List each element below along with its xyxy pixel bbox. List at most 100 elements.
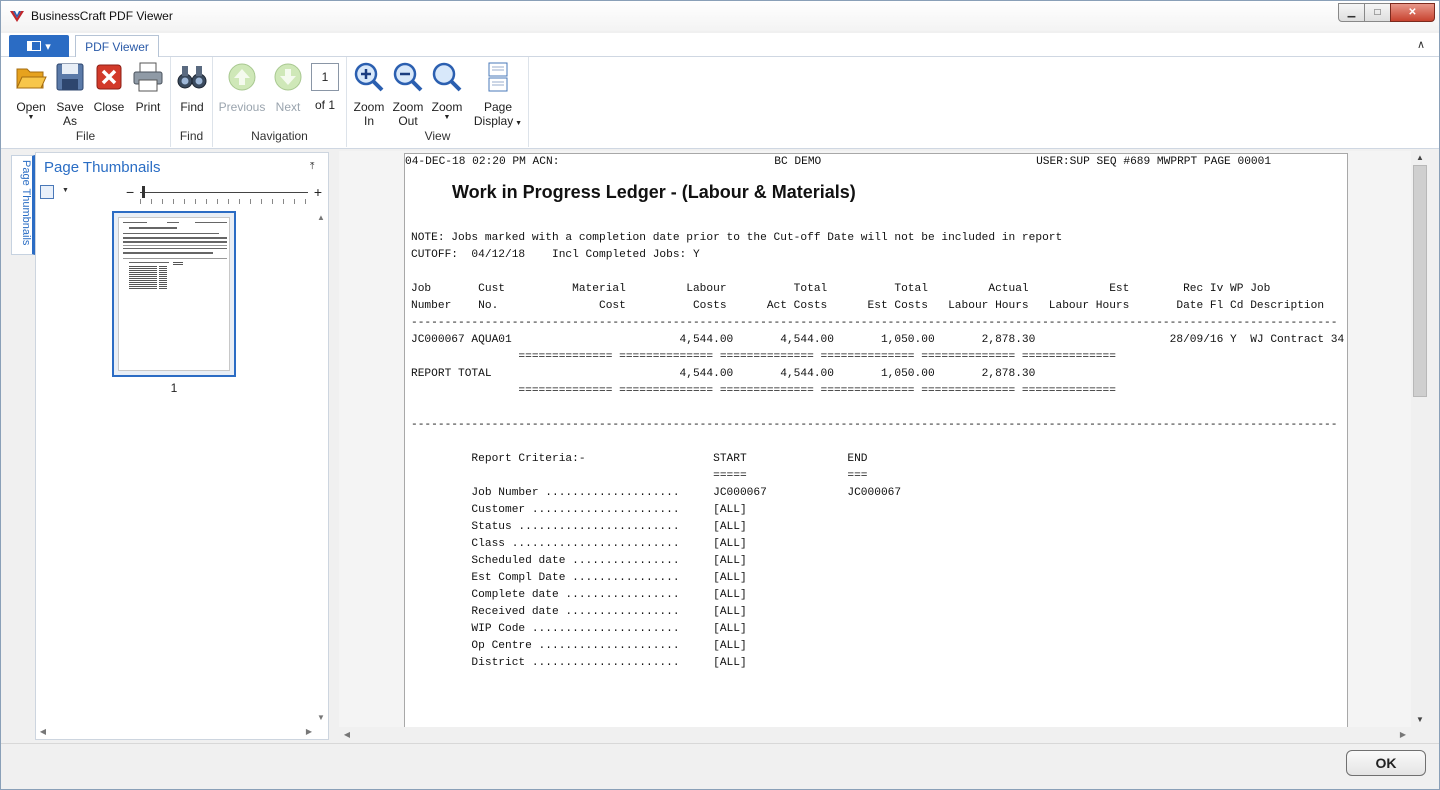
minimize-button[interactable]: ▁ — [1338, 3, 1365, 22]
scroll-left-icon[interactable]: ◀ — [36, 725, 50, 739]
maximize-icon: □ — [1374, 7, 1381, 18]
businesscraft-logo-icon — [10, 11, 24, 22]
window-controls: ▁ □ ✕ — [1338, 3, 1435, 23]
page-count-label: of 1 — [315, 98, 336, 112]
zoom-out-label-line2: Out — [398, 114, 418, 128]
folder-open-icon — [16, 68, 47, 89]
zoom-label: Zoom — [431, 100, 463, 114]
plus-icon[interactable]: + — [314, 185, 322, 199]
ok-button[interactable]: OK — [1346, 750, 1426, 776]
pin-icon[interactable]: ⤒ — [310, 161, 320, 172]
save-as-button[interactable]: Save As — [51, 61, 89, 128]
group-label-file: File — [75, 129, 96, 143]
page-display-label-line1: Page — [483, 100, 513, 114]
scroll-up-icon[interactable]: ▲ — [314, 211, 328, 225]
title-bar: BusinessCraft PDF Viewer ▁ □ ✕ — [1, 1, 1439, 31]
scroll-up-icon[interactable]: ▲ — [1411, 151, 1429, 165]
close-label: Close — [93, 100, 125, 114]
page-display-label-line2: Display — [473, 114, 514, 128]
page-thumbnails-strip-tab[interactable]: Page Thumbnails — [11, 155, 35, 255]
zoom-in-button[interactable]: Zoom In — [349, 61, 389, 128]
side-panel-strip: Page Thumbnails — [3, 151, 35, 741]
printer-icon — [133, 62, 163, 92]
chevron-down-icon: ▼ — [443, 114, 451, 121]
slider-ticks — [140, 199, 308, 204]
page-number-input[interactable]: 1 — [311, 63, 339, 91]
close-document-button[interactable]: Close — [89, 61, 129, 114]
thumbnail-page-number: 1 — [170, 381, 178, 395]
window-title: BusinessCraft PDF Viewer — [31, 9, 173, 23]
thumbnail-horizontal-scrollbar[interactable]: ◀ ▶ — [36, 725, 316, 739]
zoom-button[interactable]: Zoom ▼ — [427, 61, 467, 122]
maximize-button[interactable]: □ — [1364, 3, 1391, 22]
application-menu-button[interactable]: ▾ — [9, 35, 69, 57]
arrow-down-circle-icon — [274, 63, 302, 91]
chevron-down-icon: ▼ — [62, 187, 69, 194]
group-label-view: View — [424, 129, 451, 143]
close-icon: ✕ — [1408, 7, 1417, 18]
thumbnail-view-options[interactable]: ▼ — [40, 185, 70, 201]
thumbnail-vertical-scrollbar[interactable]: ▲ ▼ — [314, 211, 328, 725]
page-thumbnail-1[interactable] — [112, 211, 236, 377]
ribbon: Open ▼ Save As Close Print File Find Fin… — [1, 57, 1439, 149]
print-label: Print — [135, 100, 161, 114]
ribbon-group-find: Find Find — [171, 57, 213, 147]
collapse-ribbon-icon[interactable]: ∧ — [1417, 38, 1425, 51]
pdf-viewer-window: BusinessCraft PDF Viewer ▁ □ ✕ ▾ PDF Vie… — [0, 0, 1440, 790]
report-body: NOTE: Jobs marked with a completion date… — [411, 232, 1345, 669]
ribbon-group-view: Zoom In Zoom Out Zoom ▼ Page Display ▼ V… — [347, 57, 529, 147]
ribbon-group-file: Open ▼ Save As Close Print File — [1, 57, 171, 147]
minimize-icon: ▁ — [1347, 7, 1356, 18]
zoom-in-icon — [354, 62, 384, 92]
group-label-navigation: Navigation — [251, 129, 308, 143]
open-label: Open — [16, 100, 46, 114]
report-title: Work in Progress Ledger - (Labour & Mate… — [452, 182, 856, 202]
scrollbar-thumb[interactable] — [1413, 165, 1427, 397]
page-layout-icon — [488, 62, 508, 92]
slider-handle[interactable] — [142, 186, 145, 198]
scroll-down-icon[interactable]: ▼ — [1411, 713, 1429, 727]
close-window-button[interactable]: ✕ — [1390, 3, 1435, 22]
scroll-left-icon[interactable]: ◀ — [339, 727, 355, 743]
chevron-down-icon: ▼ — [513, 120, 523, 127]
document-vertical-scrollbar[interactable]: ▲ ▼ — [1411, 151, 1429, 727]
find-label: Find — [180, 100, 204, 114]
save-as-label-line2: As — [62, 114, 77, 128]
open-button[interactable]: Open ▼ — [11, 61, 51, 122]
scroll-down-icon[interactable]: ▼ — [314, 711, 328, 725]
ribbon-tab-row: ▾ PDF Viewer ∧ — [1, 33, 1439, 58]
document-page: 04-DEC-18 02:20 PM ACN: BC DEMO USER:SUP… — [404, 153, 1348, 727]
group-label-find: Find — [179, 129, 204, 143]
scroll-right-icon[interactable]: ▶ — [302, 725, 316, 739]
find-button[interactable]: Find — [173, 61, 211, 114]
scroll-right-icon[interactable]: ▶ — [1395, 727, 1411, 743]
thumbnails-panel-title: Page Thumbnails — [44, 159, 161, 176]
previous-button[interactable]: Previous — [217, 61, 267, 114]
chevron-down-icon: ▼ — [27, 114, 35, 121]
print-button[interactable]: Print — [129, 61, 167, 114]
next-button[interactable]: Next — [269, 61, 307, 114]
chevron-down-icon: ▾ — [45, 40, 51, 53]
previous-label: Previous — [218, 100, 266, 114]
thumbnail-list: 1 — [36, 211, 316, 725]
thumbnail-zoom-slider[interactable]: − + — [126, 185, 322, 205]
tab-pdf-viewer[interactable]: PDF Viewer — [75, 35, 159, 58]
ribbon-group-navigation: Previous Next 1 of 1 Navigation — [213, 57, 347, 147]
binoculars-icon — [177, 66, 207, 89]
arrow-up-circle-icon — [228, 63, 256, 91]
magnifier-icon — [432, 62, 462, 92]
report-header: 04-DEC-18 02:20 PM ACN: BC DEMO USER:SUP… — [405, 156, 1272, 168]
page-thumbnails-panel: Page Thumbnails ⤒ ▼ − + 1 ▲ ▼ ◀ ▶ — [35, 152, 329, 740]
page-display-button[interactable]: Page Display ▼ — [471, 61, 525, 131]
save-as-label-line1: Save — [56, 100, 84, 114]
dialog-footer: OK — [1, 743, 1439, 789]
document-horizontal-scrollbar[interactable]: ◀ ▶ — [339, 727, 1411, 743]
floppy-disk-icon — [56, 63, 84, 91]
document-view[interactable]: 04-DEC-18 02:20 PM ACN: BC DEMO USER:SUP… — [339, 151, 1429, 727]
minus-icon[interactable]: − — [126, 185, 134, 199]
application-menu-icon — [27, 41, 42, 51]
zoom-out-icon — [393, 62, 423, 92]
zoom-out-button[interactable]: Zoom Out — [389, 61, 427, 128]
list-view-icon — [40, 185, 54, 199]
zoom-out-label-line1: Zoom — [392, 100, 424, 114]
